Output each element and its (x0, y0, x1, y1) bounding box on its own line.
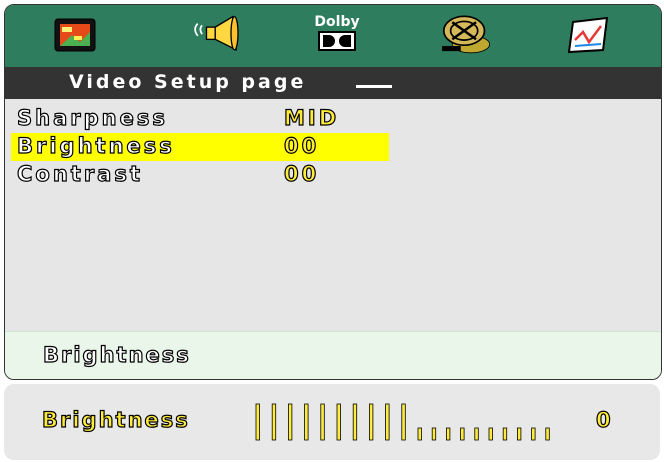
speaker-icon (194, 15, 239, 51)
tab-video-setup[interactable] (437, 11, 493, 59)
menu-item-contrast[interactable]: Contrast 00 (11, 161, 389, 189)
setup-tab-bar: Dolby (5, 5, 661, 67)
menu-item-label: Brightness (16, 133, 175, 158)
dolby-double-d-icon (318, 31, 356, 51)
level-tick-empty (431, 427, 437, 441)
tab-preference-setup[interactable] (561, 11, 617, 59)
tab-dolby-setup[interactable]: Dolby (309, 11, 365, 59)
level-tick-filled (385, 403, 390, 441)
adjustment-label: Brightness (41, 407, 190, 432)
setup-menu-panel: Dolby Video Setup page Sharpness MID Bri… (4, 4, 662, 380)
page-title: Video Setup page (69, 71, 307, 93)
status-text: Brightness (42, 342, 191, 367)
level-tick-filled (401, 403, 406, 441)
menu-item-label: Sharpness (16, 105, 168, 130)
level-tick-empty (445, 427, 451, 441)
page-title-bar: Video Setup page (5, 67, 661, 99)
level-tick-empty (417, 427, 422, 441)
menu-item-value: MID (283, 105, 340, 130)
level-tick-filled (336, 403, 341, 441)
level-tick-empty (531, 427, 536, 441)
level-slider[interactable] (252, 402, 562, 442)
dolby-label: Dolby (314, 14, 360, 30)
menu-item-label: Contrast (16, 161, 143, 186)
level-tick-filled (369, 403, 374, 441)
level-tick-filled (255, 403, 260, 441)
menu-item-value: 00 (283, 161, 320, 186)
menu-item-brightness[interactable]: Brightness 00 (11, 133, 389, 161)
tv-screen-icon (54, 18, 96, 52)
level-tick-filled (320, 403, 325, 441)
level-tick-empty (502, 427, 508, 441)
level-tick-empty (545, 427, 550, 441)
level-tick-empty (474, 427, 479, 441)
tab-audio-setup[interactable] (189, 11, 245, 59)
adjustment-value: 0 (595, 407, 611, 432)
menu-item-sharpness[interactable]: Sharpness MID (11, 105, 389, 133)
chart-icon (567, 16, 609, 54)
film-reel-icon (442, 15, 491, 54)
level-tick-empty (488, 427, 493, 441)
level-tick-filled (304, 403, 309, 441)
level-tick-filled (352, 403, 358, 441)
level-tick-filled (288, 403, 293, 441)
tab-general-setup[interactable] (47, 11, 103, 59)
adjustment-bar: Brightness 0 (4, 384, 660, 460)
level-tick-empty (460, 427, 465, 441)
title-dash (356, 85, 392, 88)
level-tick-filled (271, 403, 277, 441)
menu-item-value: 00 (283, 133, 320, 158)
status-bar: Brightness (5, 331, 661, 379)
level-tick-empty (516, 427, 522, 441)
